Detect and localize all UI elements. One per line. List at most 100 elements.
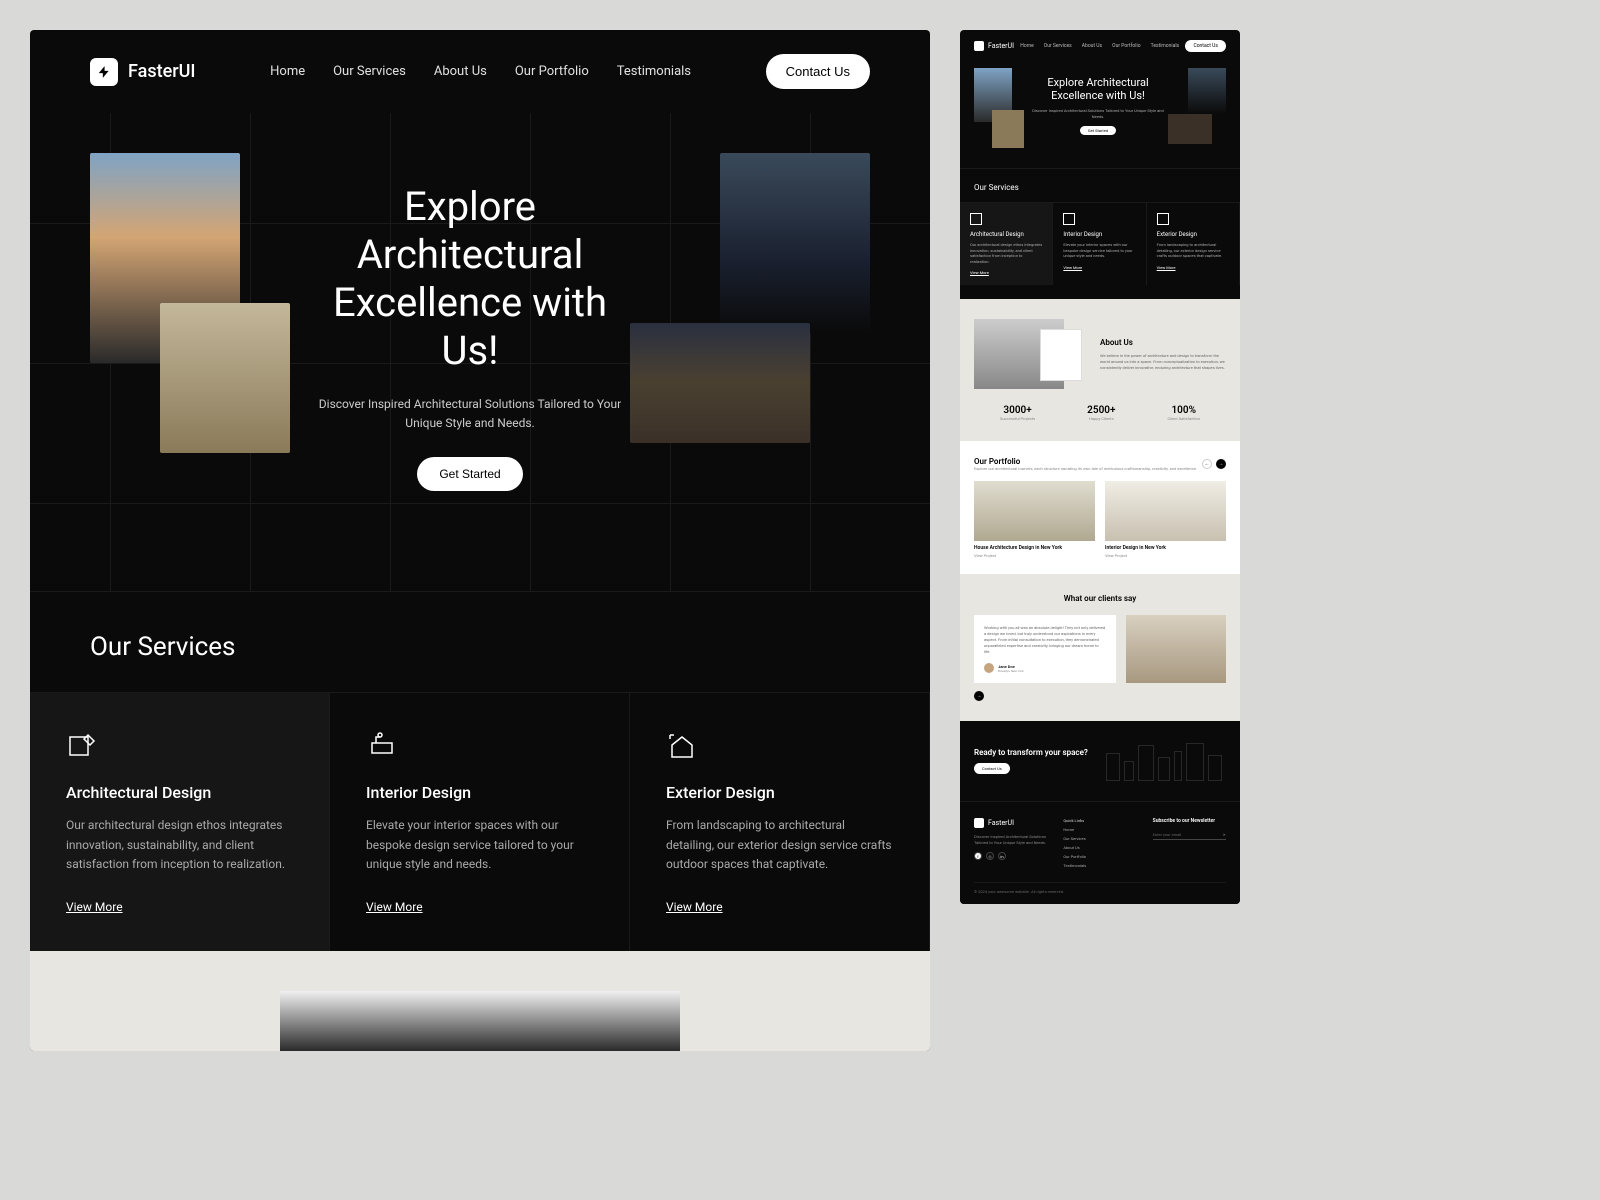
thumb-footer: FasterUI Discover Inspired Architectural…	[960, 802, 1240, 904]
hero-image-living-room	[630, 323, 810, 443]
arrow-right-icon[interactable]: →	[974, 691, 984, 701]
portfolio-item[interactable]: House Architecture Design in New York Vi…	[974, 481, 1095, 558]
services-section: Our Services Architectural Design Our ar…	[30, 592, 930, 951]
service-description: From landscaping to architectural detail…	[666, 816, 893, 874]
services-heading: Our Services	[90, 632, 870, 662]
contact-button[interactable]: Contact Us	[1185, 40, 1226, 52]
nav-link[interactable]: Home	[1020, 43, 1033, 49]
hero-images-left	[90, 153, 290, 453]
send-icon[interactable]: ➤	[1223, 832, 1226, 837]
brand-name: FasterUI	[988, 42, 1014, 50]
nav-link-testimonials[interactable]: Testimonials	[617, 64, 691, 79]
thumb-portfolio: Our Portfolio Explore our architectural …	[960, 441, 1240, 574]
facebook-icon[interactable]: f	[974, 852, 982, 860]
nav-link-services[interactable]: Our Services	[333, 64, 406, 79]
nav-link[interactable]: Our Portfolio	[1112, 43, 1140, 49]
about-heading: About Us	[1100, 338, 1226, 347]
view-more-link[interactable]: View More	[366, 900, 423, 914]
get-started-button[interactable]: Get Started	[417, 457, 522, 491]
service-card-interior[interactable]: Interior Design Elevate your interior sp…	[330, 692, 630, 951]
cta-heading: Ready to transform your space?	[974, 748, 1088, 757]
view-more-link[interactable]: View More	[666, 900, 723, 914]
hero-image-chair	[160, 303, 290, 453]
stat-item: 3000+Successful Projects	[1000, 405, 1035, 421]
testimonials-heading: What our clients say	[974, 594, 1226, 603]
portfolio-heading: Our Portfolio	[974, 457, 1197, 466]
stat-item: 100%Client Satisfaction	[1167, 405, 1200, 421]
footer-link[interactable]: About Us	[1063, 845, 1136, 850]
services-heading: Our Services	[974, 183, 1226, 192]
avatar	[984, 663, 994, 673]
footer-tagline: Discover Inspired Architectural Solution…	[974, 834, 1047, 846]
newsletter-heading: Subscribe to our Newsletter	[1153, 818, 1226, 824]
city-skyline-icon	[1106, 741, 1226, 781]
footer-link[interactable]: Our Services	[1063, 836, 1136, 841]
contact-button[interactable]: Contact Us	[766, 54, 870, 89]
thumb-logo: FasterUI	[974, 41, 1014, 51]
service-card[interactable]: Interior DesignElevate your interior spa…	[1053, 202, 1146, 285]
bolt-icon	[974, 818, 984, 828]
stats-row: 3000+Successful Projects 2500+Happy Clie…	[974, 405, 1226, 421]
service-card[interactable]: Architectural DesignOur architectural de…	[960, 202, 1053, 285]
thumb-cta: Ready to transform your space? Contact U…	[960, 721, 1240, 802]
arrow-right-icon[interactable]: →	[1216, 459, 1226, 469]
thumb-services: Our Services Architectural DesignOur arc…	[960, 169, 1240, 299]
footer-link[interactable]: Home	[1063, 827, 1136, 832]
footer-link[interactable]: Our Portfolio	[1063, 854, 1136, 859]
brand-name: FasterUI	[988, 819, 1014, 827]
bolt-icon	[974, 41, 984, 51]
hero-subtitle: Discover Inspired Architectural Solution…	[310, 395, 630, 433]
hero-image-house-night	[720, 153, 870, 333]
footer-link[interactable]: Testimonials	[1063, 863, 1136, 868]
about-image	[974, 319, 1064, 389]
newsletter-input[interactable]: Enter your email ➤	[1153, 830, 1226, 840]
contact-button[interactable]: Contact Us	[974, 763, 1010, 774]
brand-name: FasterUI	[128, 61, 195, 82]
hero-subtitle: Discover Inspired Architectural Solution…	[1028, 108, 1168, 119]
testimonial-card: Working with you all was an absolute del…	[974, 615, 1116, 683]
service-card[interactable]: Exterior DesignFrom landscaping to archi…	[1147, 202, 1240, 285]
house-icon	[666, 729, 698, 761]
linkedin-icon[interactable]: in	[998, 852, 1006, 860]
pencil-ruler-icon	[66, 729, 98, 761]
logo[interactable]: FasterUI	[90, 58, 195, 86]
nav-link[interactable]: Our Services	[1044, 43, 1072, 49]
nav-links: Home Our Services About Us Our Portfolio…	[270, 64, 691, 79]
sofa-icon	[366, 729, 398, 761]
thumb-nav: FasterUI Home Our Services About Us Our …	[960, 30, 1240, 62]
service-title: Exterior Design	[666, 783, 893, 802]
about-body: We believe in the power of architecture …	[1100, 353, 1226, 371]
thumb-testimonials: What our clients say Working with you al…	[960, 574, 1240, 721]
instagram-icon[interactable]: ◇	[986, 852, 994, 860]
author-location: Brooklyn, New York	[998, 669, 1024, 673]
hero-content: Explore Architectural Excellence with Us…	[290, 153, 650, 521]
hero-images-right	[650, 153, 870, 453]
service-description: Elevate your interior spaces with our be…	[366, 816, 593, 874]
stat-item: 2500+Happy Clients	[1087, 405, 1115, 421]
portfolio-item[interactable]: Interior Design in New York View Project	[1105, 481, 1226, 558]
portfolio-image	[974, 481, 1095, 541]
arrow-left-icon[interactable]: ←	[1202, 459, 1212, 469]
service-card-architectural[interactable]: Architectural Design Our architectural d…	[30, 692, 330, 951]
portfolio-image	[1105, 481, 1226, 541]
nav-link[interactable]: About Us	[1082, 43, 1102, 49]
nav-link-about[interactable]: About Us	[434, 64, 487, 79]
nav-link-home[interactable]: Home	[270, 64, 305, 79]
get-started-button[interactable]: Get Started	[1080, 126, 1116, 135]
copyright: © 2024 your awesome website. All rights …	[974, 882, 1226, 894]
about-preview-section	[30, 951, 930, 1051]
service-card-exterior[interactable]: Exterior Design From landscaping to arch…	[630, 692, 930, 951]
main-landing-view: FasterUI Home Our Services About Us Our …	[30, 30, 930, 1051]
hero-title: Explore Architectural Excellence with Us…	[1028, 76, 1168, 102]
thumb-hero: Explore Architectural Excellence with Us…	[960, 62, 1240, 169]
testimonial-image	[1126, 615, 1226, 683]
top-nav: FasterUI Home Our Services About Us Our …	[30, 30, 930, 113]
hero-section: Explore Architectural Excellence with Us…	[30, 113, 930, 592]
nav-link[interactable]: Testimonials	[1151, 43, 1180, 49]
nav-link-portfolio[interactable]: Our Portfolio	[515, 64, 589, 79]
services-grid: Architectural Design Our architectural d…	[30, 692, 930, 951]
portfolio-sub: Explore our architectural marvels, each …	[974, 466, 1197, 471]
quick-links-heading: Quick Links	[1063, 818, 1136, 823]
view-more-link[interactable]: View More	[66, 900, 123, 914]
service-title: Architectural Design	[66, 783, 293, 802]
